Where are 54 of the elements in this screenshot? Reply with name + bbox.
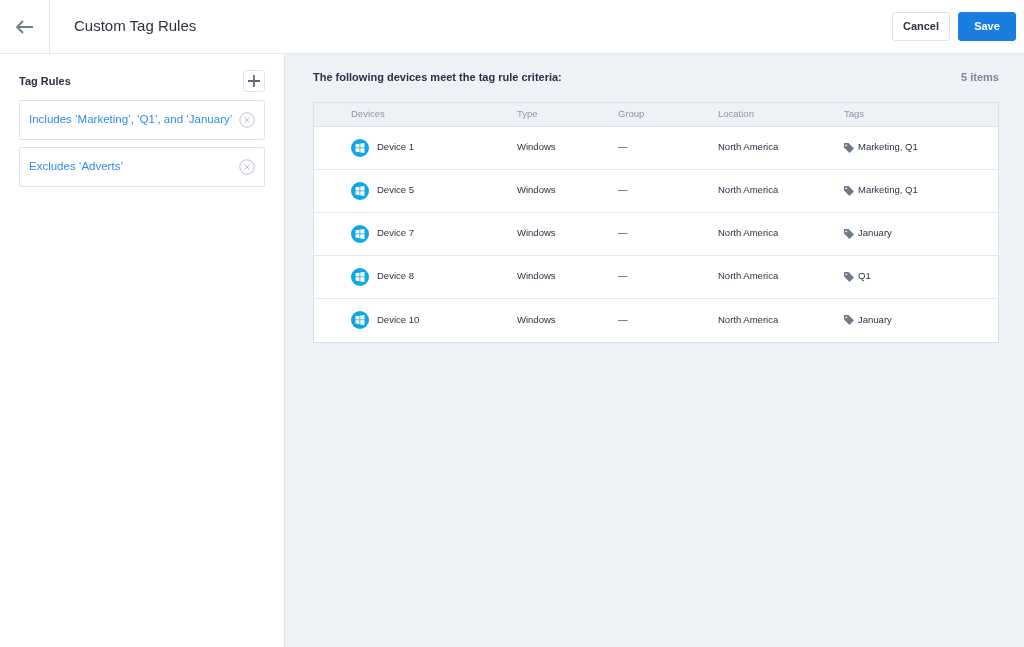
tag-list: Q1 — [858, 269, 871, 284]
table-cell-text: — — [618, 183, 629, 198]
close-circle-icon — [239, 112, 255, 128]
save-button[interactable]: Save — [958, 12, 1016, 41]
tag-icon — [844, 142, 854, 153]
tag-icon — [844, 228, 854, 239]
tag-icon — [844, 185, 854, 196]
device-name: Device 7 — [377, 226, 414, 241]
results-heading: The following devices meet the tag rule criteria: — [313, 70, 562, 85]
column-header: Devices — [351, 106, 386, 121]
table-cell-text: — — [618, 140, 629, 155]
tag-list: January — [858, 226, 892, 241]
table-cell-text: — — [618, 312, 629, 327]
tag-list: Marketing, Q1 — [858, 140, 918, 155]
windows-logo-icon — [351, 267, 369, 286]
table-cell-text: North America — [718, 312, 780, 327]
column-header: Group — [618, 106, 646, 121]
table-cell-text: Windows — [517, 312, 557, 327]
cancel-button[interactable]: Cancel — [892, 12, 950, 41]
tag-icon — [844, 315, 854, 325]
panel-title: Tag Rules — [19, 73, 71, 89]
table-cell-text: North America — [718, 183, 780, 198]
windows-logo-icon — [351, 224, 369, 243]
table-cell-text: Windows — [517, 269, 557, 284]
column-header: Location — [718, 106, 755, 121]
table-cell-text: — — [618, 269, 629, 284]
tag-list: Marketing, Q1 — [858, 183, 918, 198]
windows-logo-icon — [351, 138, 369, 157]
windows-logo-icon — [351, 181, 369, 200]
rule-text: Excludes ‘Adverts’ — [29, 159, 123, 175]
table-cell-text: Windows — [517, 140, 557, 155]
table-cell-text: Windows — [517, 183, 557, 198]
device-name: Device 10 — [377, 312, 420, 327]
back-button[interactable] — [15, 19, 34, 34]
windows-logo-icon — [351, 311, 369, 329]
table-cell-text: Windows — [517, 226, 557, 241]
table-cell-text: North America — [718, 269, 780, 284]
close-circle-icon — [239, 159, 255, 175]
device-name: Device 8 — [377, 269, 414, 284]
page-title: Custom Tag Rules — [74, 16, 197, 37]
device-name: Device 1 — [377, 140, 414, 155]
back-arrow-icon — [15, 19, 34, 34]
column-header: Type — [517, 106, 539, 121]
plus-icon — [248, 75, 260, 87]
table-cell-text: North America — [718, 226, 780, 241]
column-header: Tags — [844, 106, 866, 121]
tag-icon — [844, 271, 854, 282]
add-rule-button[interactable] — [243, 70, 265, 92]
table-cell-text: North America — [718, 140, 780, 155]
device-name: Device 5 — [377, 183, 414, 198]
rule-text: Includes ‘Marketing’, ‘Q1’, and ‘January’ — [29, 112, 233, 128]
tag-list: January — [858, 312, 892, 328]
item-count: 5 items — [961, 70, 999, 85]
table-cell-text: — — [618, 226, 629, 241]
